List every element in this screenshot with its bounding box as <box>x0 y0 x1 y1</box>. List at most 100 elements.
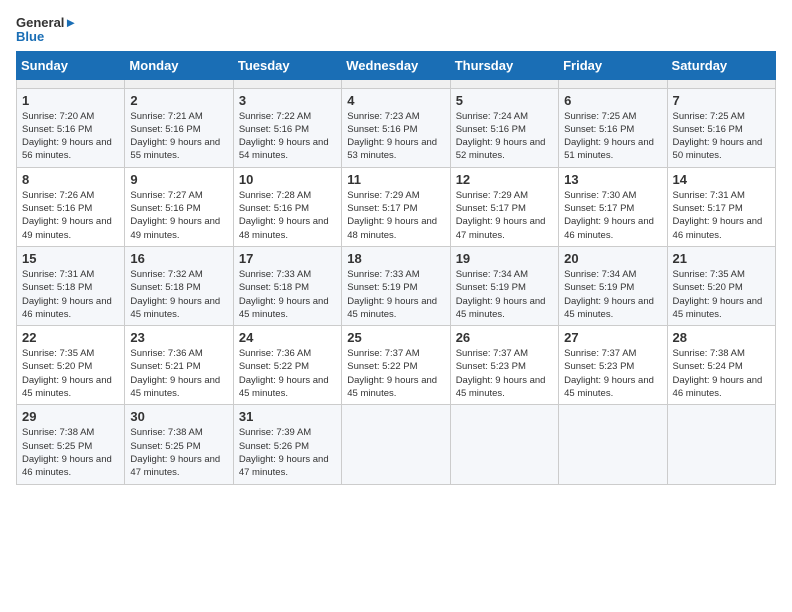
day-number: 7 <box>673 93 770 108</box>
calendar-header-row: SundayMondayTuesdayWednesdayThursdayFrid… <box>17 51 776 79</box>
day-number: 15 <box>22 251 119 266</box>
calendar-week-row: 29 Sunrise: 7:38 AMSunset: 5:25 PMDayligh… <box>17 405 776 484</box>
day-info: Sunrise: 7:25 AMSunset: 5:16 PMDaylight:… <box>673 110 770 163</box>
day-number: 2 <box>130 93 227 108</box>
calendar-cell <box>17 79 125 88</box>
calendar-cell: 4 Sunrise: 7:23 AMSunset: 5:16 PMDaylight… <box>342 88 450 167</box>
calendar-week-row: 8Sunrise: 7:26 AMSunset: 5:16 PMDaylight… <box>17 167 776 246</box>
calendar-cell: 18 Sunrise: 7:33 AMSunset: 5:19 PMDayligh… <box>342 246 450 325</box>
day-number: 27 <box>564 330 661 345</box>
day-info: Sunrise: 7:38 AMSunset: 5:24 PMDaylight:… <box>673 347 770 400</box>
calendar-cell: 6 Sunrise: 7:25 AMSunset: 5:16 PMDaylight… <box>559 88 667 167</box>
calendar-header-thursday: Thursday <box>450 51 558 79</box>
day-info: Sunrise: 7:38 AMSunset: 5:25 PMDaylight:… <box>130 426 227 479</box>
day-info: Sunrise: 7:23 AMSunset: 5:16 PMDaylight:… <box>347 110 444 163</box>
day-info: Sunrise: 7:37 AMSunset: 5:23 PMDaylight:… <box>564 347 661 400</box>
day-info: Sunrise: 7:36 AMSunset: 5:21 PMDaylight:… <box>130 347 227 400</box>
day-info: Sunrise: 7:34 AMSunset: 5:19 PMDaylight:… <box>456 268 553 321</box>
calendar-cell: 24Sunrise: 7:36 AMSunset: 5:22 PMDayligh… <box>233 326 341 405</box>
day-info: Sunrise: 7:26 AMSunset: 5:16 PMDaylight:… <box>22 189 119 242</box>
calendar-cell: 11Sunrise: 7:29 AMSunset: 5:17 PMDayligh… <box>342 167 450 246</box>
day-number: 24 <box>239 330 336 345</box>
page-header: General► Blue <box>16 16 776 45</box>
day-number: 17 <box>239 251 336 266</box>
calendar-header-friday: Friday <box>559 51 667 79</box>
calendar-week-row <box>17 79 776 88</box>
day-info: Sunrise: 7:25 AMSunset: 5:16 PMDaylight:… <box>564 110 661 163</box>
day-info: Sunrise: 7:21 AMSunset: 5:16 PMDaylight:… <box>130 110 227 163</box>
calendar-week-row: 15 Sunrise: 7:31 AMSunset: 5:18 PMDayligh… <box>17 246 776 325</box>
day-info: Sunrise: 7:37 AMSunset: 5:22 PMDaylight:… <box>347 347 444 400</box>
calendar-cell <box>559 405 667 484</box>
calendar-cell <box>667 405 775 484</box>
calendar-cell: 19 Sunrise: 7:34 AMSunset: 5:19 PMDayligh… <box>450 246 558 325</box>
day-info: Sunrise: 7:28 AMSunset: 5:16 PMDaylight:… <box>239 189 336 242</box>
day-number: 25 <box>347 330 444 345</box>
day-number: 14 <box>673 172 770 187</box>
calendar-cell: 17 Sunrise: 7:33 AMSunset: 5:18 PMDayligh… <box>233 246 341 325</box>
day-number: 3 <box>239 93 336 108</box>
calendar-header-tuesday: Tuesday <box>233 51 341 79</box>
calendar-cell: 23 Sunrise: 7:36 AMSunset: 5:21 PMDayligh… <box>125 326 233 405</box>
day-info: Sunrise: 7:33 AMSunset: 5:19 PMDaylight:… <box>347 268 444 321</box>
calendar-cell <box>125 79 233 88</box>
calendar-cell: 16 Sunrise: 7:32 AMSunset: 5:18 PMDayligh… <box>125 246 233 325</box>
calendar-cell: 22 Sunrise: 7:35 AMSunset: 5:20 PMDayligh… <box>17 326 125 405</box>
calendar-cell: 7 Sunrise: 7:25 AMSunset: 5:16 PMDaylight… <box>667 88 775 167</box>
calendar-cell: 27 Sunrise: 7:37 AMSunset: 5:23 PMDayligh… <box>559 326 667 405</box>
day-info: Sunrise: 7:38 AMSunset: 5:25 PMDaylight:… <box>22 426 119 479</box>
calendar-cell <box>667 79 775 88</box>
day-number: 5 <box>456 93 553 108</box>
day-info: Sunrise: 7:29 AMSunset: 5:17 PMDaylight:… <box>347 189 444 242</box>
day-number: 4 <box>347 93 444 108</box>
day-number: 19 <box>456 251 553 266</box>
day-number: 22 <box>22 330 119 345</box>
calendar-week-row: 1Sunrise: 7:20 AMSunset: 5:16 PMDaylight… <box>17 88 776 167</box>
calendar-cell: 20 Sunrise: 7:34 AMSunset: 5:19 PMDayligh… <box>559 246 667 325</box>
calendar-cell: 28Sunrise: 7:38 AMSunset: 5:24 PMDayligh… <box>667 326 775 405</box>
day-number: 29 <box>22 409 119 424</box>
day-info: Sunrise: 7:39 AMSunset: 5:26 PMDaylight:… <box>239 426 336 479</box>
day-info: Sunrise: 7:33 AMSunset: 5:18 PMDaylight:… <box>239 268 336 321</box>
calendar-cell <box>450 405 558 484</box>
day-info: Sunrise: 7:30 AMSunset: 5:17 PMDaylight:… <box>564 189 661 242</box>
day-info: Sunrise: 7:35 AMSunset: 5:20 PMDaylight:… <box>22 347 119 400</box>
day-number: 21 <box>673 251 770 266</box>
calendar-cell: 15 Sunrise: 7:31 AMSunset: 5:18 PMDayligh… <box>17 246 125 325</box>
day-number: 6 <box>564 93 661 108</box>
day-number: 20 <box>564 251 661 266</box>
day-number: 13 <box>564 172 661 187</box>
day-info: Sunrise: 7:27 AMSunset: 5:16 PMDaylight:… <box>130 189 227 242</box>
calendar-header-saturday: Saturday <box>667 51 775 79</box>
day-info: Sunrise: 7:20 AMSunset: 5:16 PMDaylight:… <box>22 110 119 163</box>
day-number: 16 <box>130 251 227 266</box>
calendar-cell: 21 Sunrise: 7:35 AMSunset: 5:20 PMDayligh… <box>667 246 775 325</box>
day-info: Sunrise: 7:32 AMSunset: 5:18 PMDaylight:… <box>130 268 227 321</box>
calendar-cell <box>450 79 558 88</box>
calendar-week-row: 22 Sunrise: 7:35 AMSunset: 5:20 PMDayligh… <box>17 326 776 405</box>
day-info: Sunrise: 7:31 AMSunset: 5:18 PMDaylight:… <box>22 268 119 321</box>
day-number: 9 <box>130 172 227 187</box>
day-number: 23 <box>130 330 227 345</box>
calendar-cell: 5Sunrise: 7:24 AMSunset: 5:16 PMDaylight… <box>450 88 558 167</box>
day-info: Sunrise: 7:35 AMSunset: 5:20 PMDaylight:… <box>673 268 770 321</box>
day-info: Sunrise: 7:22 AMSunset: 5:16 PMDaylight:… <box>239 110 336 163</box>
calendar-cell: 9 Sunrise: 7:27 AMSunset: 5:16 PMDaylight… <box>125 167 233 246</box>
day-info: Sunrise: 7:37 AMSunset: 5:23 PMDaylight:… <box>456 347 553 400</box>
calendar-cell <box>233 79 341 88</box>
day-number: 26 <box>456 330 553 345</box>
day-number: 10 <box>239 172 336 187</box>
day-number: 18 <box>347 251 444 266</box>
calendar-cell: 14Sunrise: 7:31 AMSunset: 5:17 PMDayligh… <box>667 167 775 246</box>
calendar-cell: 31 Sunrise: 7:39 AMSunset: 5:26 PMDayligh… <box>233 405 341 484</box>
calendar-cell: 12Sunrise: 7:29 AMSunset: 5:17 PMDayligh… <box>450 167 558 246</box>
calendar-header-sunday: Sunday <box>17 51 125 79</box>
day-number: 31 <box>239 409 336 424</box>
day-info: Sunrise: 7:34 AMSunset: 5:19 PMDaylight:… <box>564 268 661 321</box>
calendar-cell <box>342 79 450 88</box>
calendar-cell <box>559 79 667 88</box>
calendar-cell: 3 Sunrise: 7:22 AMSunset: 5:16 PMDaylight… <box>233 88 341 167</box>
calendar-cell: 30 Sunrise: 7:38 AMSunset: 5:25 PMDayligh… <box>125 405 233 484</box>
day-number: 30 <box>130 409 227 424</box>
calendar-cell: 29 Sunrise: 7:38 AMSunset: 5:25 PMDayligh… <box>17 405 125 484</box>
